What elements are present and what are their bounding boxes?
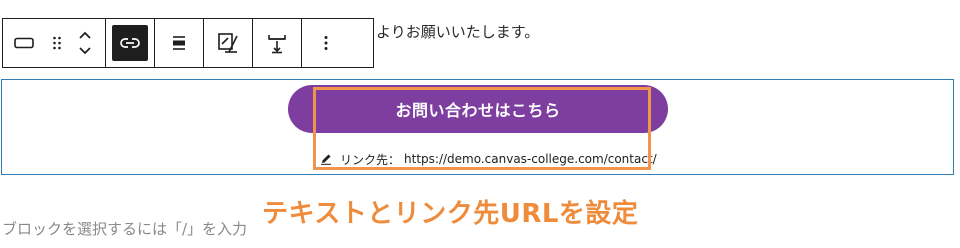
previous-paragraph-text: よりお願いいたします。: [376, 23, 540, 41]
link-button[interactable]: [112, 25, 148, 61]
link-icon: [120, 37, 140, 49]
block-type-button[interactable]: [6, 25, 42, 61]
toolbar-group-more: [302, 19, 350, 67]
move-up-down-button[interactable]: [71, 25, 99, 61]
more-options-icon: [324, 35, 328, 51]
block-toolbar: [2, 18, 374, 68]
toolbar-group-color: [204, 19, 253, 67]
link-url-row[interactable]: リンク先： https://demo.canvas-college.com/co…: [320, 149, 657, 169]
more-options-button[interactable]: [308, 25, 344, 61]
toolbar-group-block: [3, 19, 106, 67]
toolbar-group-link: [106, 19, 155, 67]
pencil-icon: [320, 153, 332, 165]
link-url-value[interactable]: https://demo.canvas-college.com/contact/: [404, 152, 657, 166]
justify-icon: [171, 35, 187, 51]
link-url-label: リンク先：: [340, 152, 401, 167]
drag-handle-icon: [52, 35, 62, 51]
cta-button[interactable]: お問い合わせはこちら: [288, 85, 668, 133]
text-color-icon: [217, 32, 239, 54]
text-color-button[interactable]: [210, 25, 246, 61]
block-appender-placeholder[interactable]: ブロックを選択するには「/」を入力: [2, 218, 247, 239]
move-up-down-icon: [78, 29, 92, 57]
button-block[interactable]: お問い合わせはこちら リンク先： https://demo.canvas-col…: [1, 79, 954, 175]
width-settings-icon: [266, 32, 288, 54]
drag-handle-button[interactable]: [46, 25, 68, 61]
block-type-icon: [14, 37, 34, 49]
justify-button[interactable]: [161, 25, 197, 61]
width-settings-button[interactable]: [259, 25, 295, 61]
toolbar-group-width: [253, 19, 302, 67]
annotation-text: テキストとリンク先URLを設定: [262, 199, 639, 229]
toolbar-group-alignment: [155, 19, 204, 67]
